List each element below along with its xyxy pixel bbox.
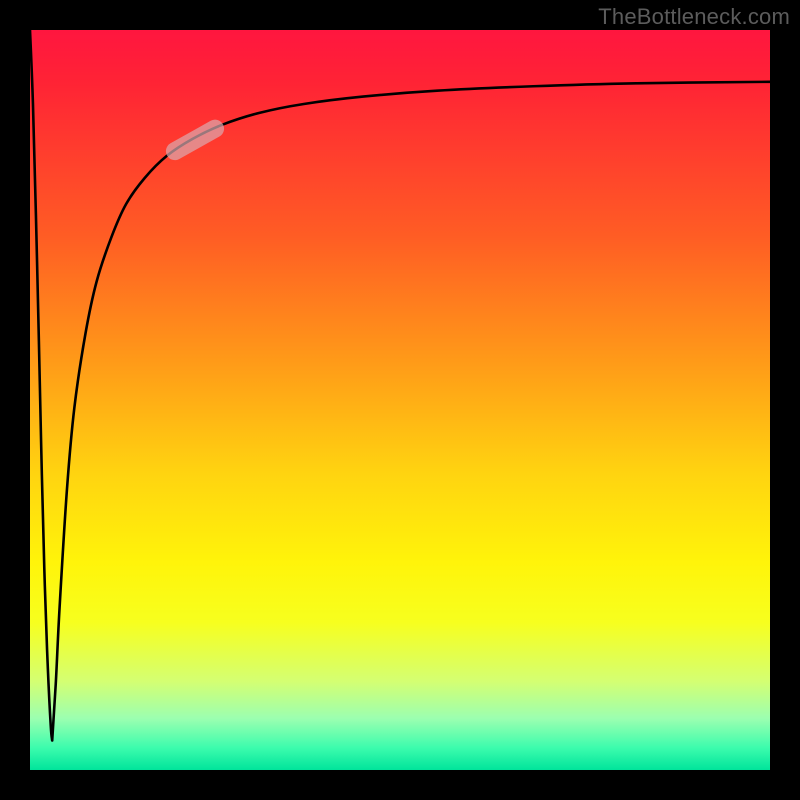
chart-stage: TheBottleneck.com [0, 0, 800, 800]
attribution-text: TheBottleneck.com [598, 4, 790, 30]
plot-background-gradient [30, 30, 770, 770]
